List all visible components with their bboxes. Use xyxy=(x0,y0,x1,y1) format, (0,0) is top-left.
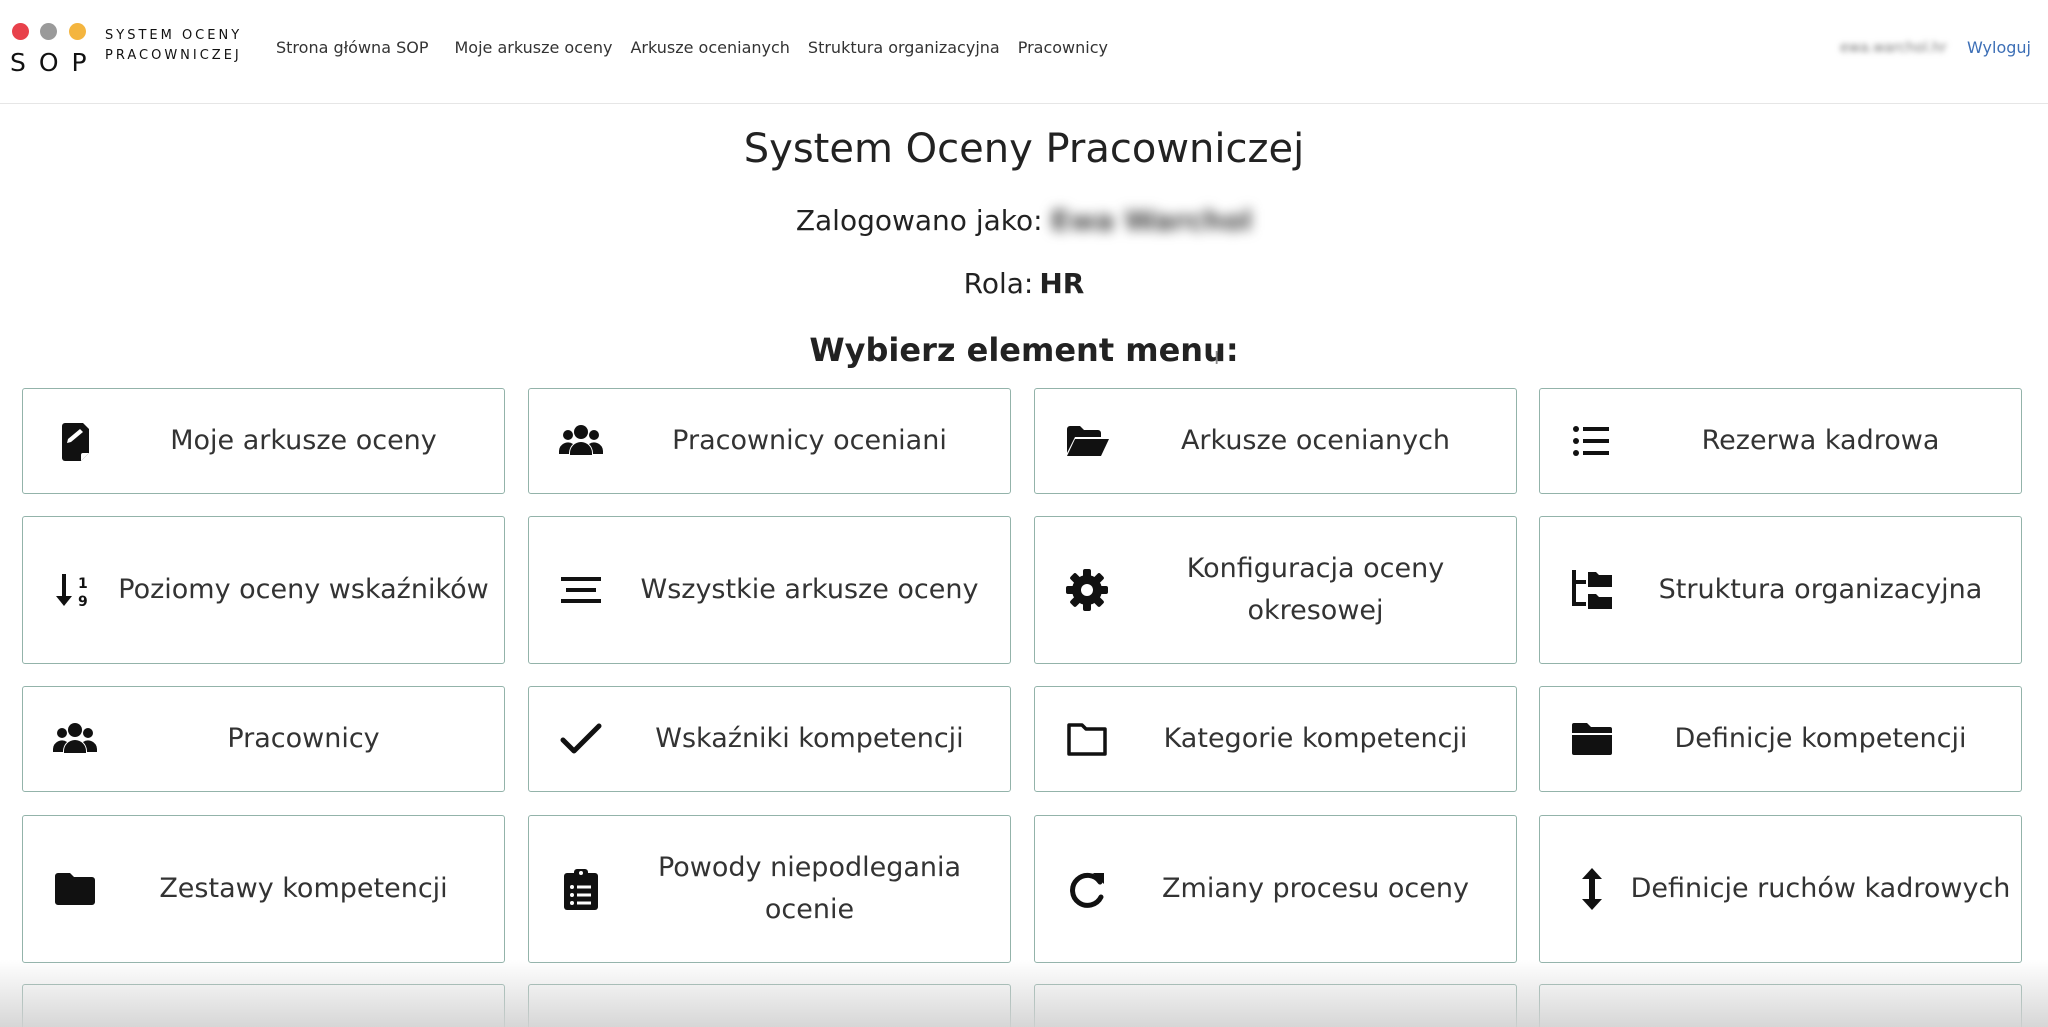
text-cursor-icon: I xyxy=(1214,348,1220,369)
nav-link-employees[interactable]: Pracownicy xyxy=(1018,38,1108,64)
tile-exemption-reasons[interactable]: Powody niepodlegania ocenie xyxy=(528,815,1011,963)
nav-link-evaluated-sheets[interactable]: Arkusze ocenianych xyxy=(630,38,789,64)
tile-staff-movement-definitions[interactable]: Definicje ruchów kadrowych xyxy=(1539,815,2022,963)
folder-filled-icon xyxy=(1568,715,1616,763)
users-icon xyxy=(557,417,605,465)
tile-label: Wszystkie arkusze oceny xyxy=(640,574,979,605)
sort-numeric-down-icon: 19 xyxy=(51,566,99,614)
tile-competency-categories[interactable]: Kategorie kompetencji xyxy=(1034,686,1517,792)
tile-label: Rezerwa kadrowa xyxy=(1701,425,1940,456)
folder-tree-icon xyxy=(1568,566,1616,614)
tile-all-sheets[interactable]: Wszystkie arkusze oceny xyxy=(528,516,1011,664)
tile-partial[interactable] xyxy=(1034,984,1517,1027)
tile-partial[interactable] xyxy=(22,984,505,1027)
role-label: Rola: xyxy=(963,267,1034,300)
folder-outline-icon xyxy=(1063,715,1111,763)
logo-line-2: PRACOWNICZEJ xyxy=(105,48,242,63)
user-email: ewa.warchol.hr xyxy=(1840,40,1947,56)
tile-periodic-config[interactable]: Konfiguracja oceny okresowej xyxy=(1034,516,1517,664)
logo-dot-yellow xyxy=(69,23,86,40)
tile-label: Arkusze ocenianych xyxy=(1180,425,1451,456)
tile-employees[interactable]: Pracownicy xyxy=(22,686,505,792)
tile-label: Powody niepodlegania ocenie xyxy=(657,852,962,925)
list-icon xyxy=(1568,417,1616,465)
folder-open-icon xyxy=(1063,417,1111,465)
logged-in-info: Zalogowano jako: Ewa Warchol xyxy=(0,204,2048,237)
tile-process-changes[interactable]: Zmiany procesu oceny xyxy=(1034,815,1517,963)
menu-heading: Wybierz element menu: xyxy=(809,331,1239,369)
logo-line-1: SYSTEM OCENY xyxy=(105,28,243,43)
logo-abbreviation: SOP xyxy=(10,48,100,77)
navbar: SOP SYSTEM OCENY PRACOWNICZEJ Strona głó… xyxy=(0,0,2048,104)
svg-text:1: 1 xyxy=(78,576,88,592)
arrows-vertical-icon xyxy=(1568,865,1616,913)
logged-in-label: Zalogowano jako: xyxy=(795,204,1043,237)
logged-in-user-name: Ewa Warchol xyxy=(1050,204,1253,237)
tile-label: Definicje kompetencji xyxy=(1674,723,1967,754)
logo[interactable]: SOP SYSTEM OCENY PRACOWNICZEJ xyxy=(10,20,255,80)
tile-my-sheets[interactable]: Moje arkusze oceny xyxy=(22,388,505,494)
nav-link-home[interactable]: Strona główna SOP xyxy=(276,38,428,64)
nav-links: Strona główna SOP Moje arkusze oceny Ark… xyxy=(276,38,1126,64)
logo-dot-red xyxy=(12,23,29,40)
check-icon xyxy=(557,715,605,763)
redo-icon xyxy=(1063,865,1111,913)
tile-indicator-levels[interactable]: 19 Poziomy oceny wskaźników xyxy=(22,516,505,664)
tile-label: Poziomy oceny wskaźników xyxy=(118,574,489,605)
svg-text:9: 9 xyxy=(78,594,88,610)
file-signature-icon xyxy=(51,417,99,465)
tile-label: Pracownicy xyxy=(227,723,380,754)
folder-solid-icon xyxy=(51,865,99,913)
tile-label: Moje arkusze oceny xyxy=(170,425,437,456)
tile-evaluated-sheets[interactable]: Arkusze ocenianych xyxy=(1034,388,1517,494)
nav-link-my-sheets[interactable]: Moje arkusze oceny xyxy=(454,38,612,64)
users-icon xyxy=(51,715,99,763)
align-center-icon xyxy=(557,566,605,614)
tile-label: Definicje ruchów kadrowych xyxy=(1630,873,2011,904)
tile-competency-sets[interactable]: Zestawy kompetencji xyxy=(22,815,505,963)
logout-link[interactable]: Wyloguj xyxy=(1967,38,2031,57)
tile-competency-indicators[interactable]: Wskaźniki kompetencji xyxy=(528,686,1011,792)
gear-icon xyxy=(1063,566,1111,614)
tile-label: Zmiany procesu oceny xyxy=(1162,873,1469,904)
logo-full-name: SYSTEM OCENY PRACOWNICZEJ xyxy=(105,26,242,66)
tile-partial[interactable] xyxy=(528,984,1011,1027)
tile-competency-definitions[interactable]: Definicje kompetencji xyxy=(1539,686,2022,792)
tile-staff-reserve[interactable]: Rezerwa kadrowa xyxy=(1539,388,2022,494)
logo-dot-grey xyxy=(40,23,57,40)
tile-label: Konfiguracja oceny okresowej xyxy=(1186,553,1445,626)
tile-label: Zestawy kompetencji xyxy=(159,873,448,904)
tile-label: Kategorie kompetencji xyxy=(1163,723,1468,754)
tile-label: Pracownicy oceniani xyxy=(672,425,947,456)
tile-evaluated-employees[interactable]: Pracownicy oceniani xyxy=(528,388,1011,494)
page-title: System Oceny Pracowniczej xyxy=(743,126,1305,172)
role-info: Rola: HR xyxy=(0,267,2048,300)
tile-org-structure[interactable]: Struktura organizacyjna xyxy=(1539,516,2022,664)
role-value: HR xyxy=(1039,267,1085,300)
page: SOP SYSTEM OCENY PRACOWNICZEJ Strona głó… xyxy=(0,0,2048,1027)
tile-label: Wskaźniki kompetencji xyxy=(655,723,964,754)
nav-link-org-structure[interactable]: Struktura organizacyjna xyxy=(808,38,1000,64)
tile-partial[interactable] xyxy=(1539,984,2022,1027)
clipboard-list-icon xyxy=(557,865,605,913)
tile-label: Struktura organizacyjna xyxy=(1658,574,1983,605)
